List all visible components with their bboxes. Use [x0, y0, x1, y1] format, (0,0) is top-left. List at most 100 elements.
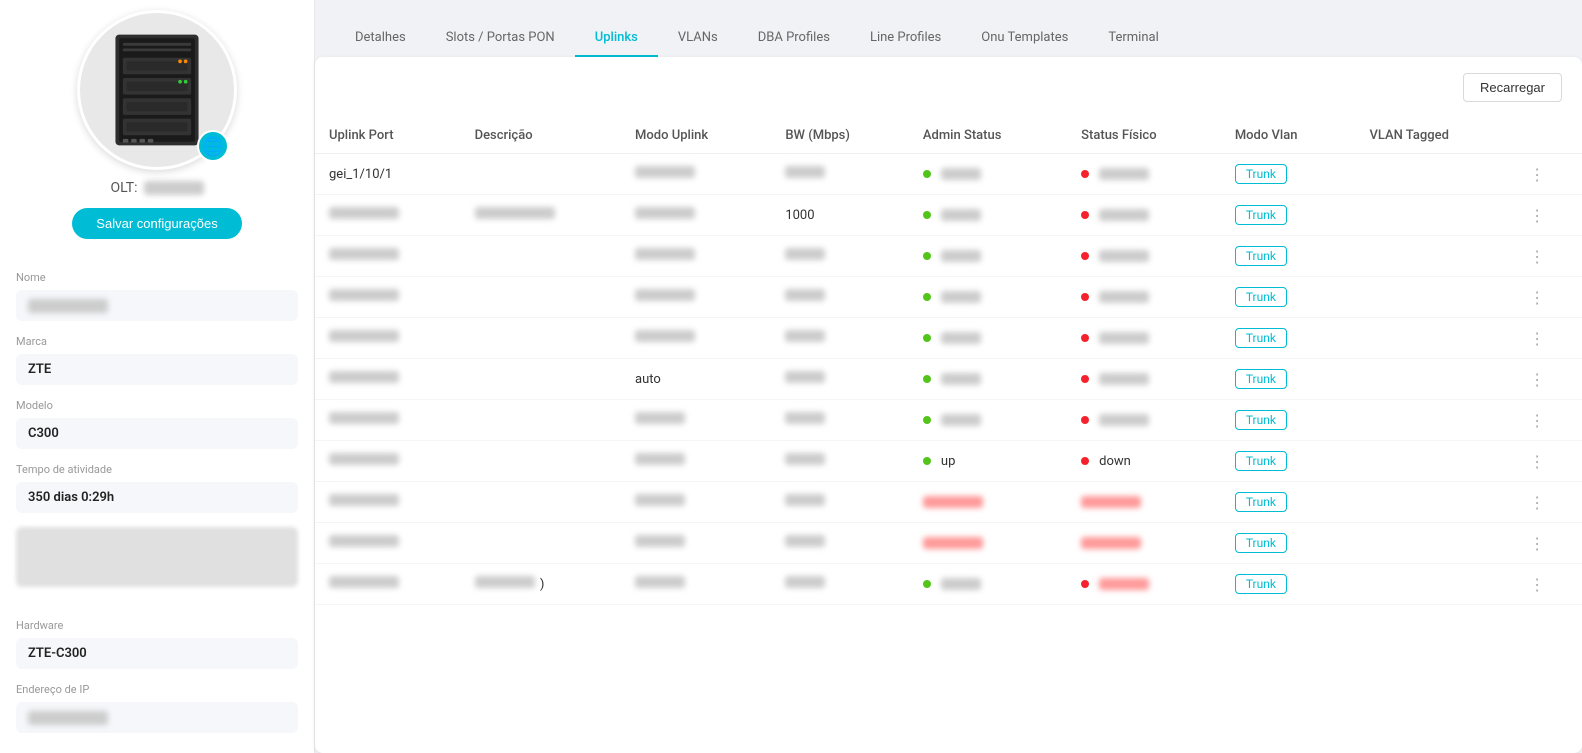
cell-port: [315, 400, 461, 441]
cell-menu[interactable]: ⋮: [1515, 441, 1582, 482]
cell-menu[interactable]: ⋮: [1515, 482, 1582, 523]
cell-descricao: [461, 523, 621, 564]
sidebar-info-2: Hardware ZTE-C300 Endereço de IP: [0, 605, 314, 733]
table-row: auto: [315, 359, 1582, 400]
tab-detalhes[interactable]: Detalhes: [335, 20, 426, 57]
cell-status: [1067, 195, 1221, 236]
cell-vlan-mode: Trunk: [1221, 195, 1356, 236]
content-header: Recarregar: [315, 57, 1582, 118]
cell-descricao: [461, 318, 621, 359]
col-vlan-tagged: VLAN Tagged: [1355, 118, 1515, 154]
marca-value: ZTE: [28, 362, 51, 377]
table-row: Trunk ⋮: [315, 482, 1582, 523]
cell-modo: [621, 564, 771, 605]
col-modo-uplink: Modo Uplink: [621, 118, 771, 154]
cell-menu[interactable]: ⋮: [1515, 400, 1582, 441]
cell-vlan-mode: Trunk: [1221, 523, 1356, 564]
cell-status: [1067, 482, 1221, 523]
row-menu-icon[interactable]: ⋮: [1529, 370, 1546, 389]
cell-menu[interactable]: ⋮: [1515, 318, 1582, 359]
status-fisico-text: down: [1099, 454, 1131, 469]
cell-vlan-tagged: [1355, 400, 1515, 441]
cell-vlan-tagged: [1355, 482, 1515, 523]
cell-admin: [909, 318, 1067, 359]
row-menu-icon[interactable]: ⋮: [1529, 452, 1546, 471]
nome-block: [16, 290, 298, 321]
save-button[interactable]: Salvar configurações: [72, 208, 241, 239]
olt-prefix: OLT:: [110, 180, 137, 196]
table-row: Trunk ⋮: [315, 318, 1582, 359]
cell-menu[interactable]: ⋮: [1515, 236, 1582, 277]
cell-vlan-tagged: [1355, 441, 1515, 482]
cell-admin: [909, 523, 1067, 564]
table-row: gei_1/10/1: [315, 154, 1582, 195]
cell-bw: [771, 523, 909, 564]
tab-vlans[interactable]: VLANs: [658, 20, 738, 57]
modelo-label: Modelo: [16, 399, 298, 412]
row-menu-icon[interactable]: ⋮: [1529, 247, 1546, 266]
row-menu-icon[interactable]: ⋮: [1529, 534, 1546, 553]
cell-menu[interactable]: ⋮: [1515, 523, 1582, 564]
cell-admin: [909, 236, 1067, 277]
table-row: Trunk ⋮: [315, 277, 1582, 318]
row-menu-icon[interactable]: ⋮: [1529, 206, 1546, 225]
row-menu-icon[interactable]: ⋮: [1529, 575, 1546, 594]
row-menu-icon[interactable]: ⋮: [1529, 165, 1546, 184]
cell-vlan-tagged: [1355, 564, 1515, 605]
tab-onu-templates[interactable]: Onu Templates: [961, 20, 1088, 57]
cell-port: [315, 236, 461, 277]
cell-menu[interactable]: ⋮: [1515, 154, 1582, 195]
cell-vlan-mode: Trunk: [1221, 400, 1356, 441]
globe-icon: 🌐: [197, 130, 229, 162]
table-body: gei_1/10/1: [315, 154, 1582, 605]
admin-status-text: up: [941, 454, 955, 469]
cell-bw: [771, 441, 909, 482]
cell-vlan-tagged: [1355, 236, 1515, 277]
reload-button[interactable]: Recarregar: [1463, 73, 1562, 102]
olt-label: OLT:: [110, 180, 203, 196]
table-row: 1000: [315, 195, 1582, 236]
cell-vlan-mode: Trunk: [1221, 154, 1356, 195]
cell-admin: [909, 564, 1067, 605]
marca-block: ZTE: [16, 354, 298, 385]
col-admin-status: Admin Status: [909, 118, 1067, 154]
cell-menu[interactable]: ⋮: [1515, 195, 1582, 236]
cell-vlan-mode: Trunk: [1221, 482, 1356, 523]
nome-label: Nome: [16, 271, 298, 284]
cell-modo: [621, 154, 771, 195]
row-menu-icon[interactable]: ⋮: [1529, 411, 1546, 430]
cell-bw: [771, 154, 909, 195]
cell-descricao: [461, 441, 621, 482]
cell-port: [315, 277, 461, 318]
tab-terminal[interactable]: Terminal: [1088, 20, 1178, 57]
tab-line-profiles[interactable]: Line Profiles: [850, 20, 961, 57]
olt-id: [144, 181, 204, 195]
row-menu-icon[interactable]: ⋮: [1529, 493, 1546, 512]
hardware-label: Hardware: [16, 619, 298, 632]
hardware-block: ZTE-C300: [16, 638, 298, 669]
row-menu-icon[interactable]: ⋮: [1529, 329, 1546, 348]
cell-admin: [909, 154, 1067, 195]
row-menu-icon[interactable]: ⋮: [1529, 288, 1546, 307]
cell-port: [315, 564, 461, 605]
cell-menu[interactable]: ⋮: [1515, 359, 1582, 400]
cell-menu[interactable]: ⋮: [1515, 277, 1582, 318]
cell-vlan-mode: Trunk: [1221, 236, 1356, 277]
tab-slots-portas-pon[interactable]: Slots / Portas PON: [426, 20, 575, 57]
cell-menu[interactable]: ⋮: [1515, 564, 1582, 605]
cell-status: [1067, 318, 1221, 359]
cell-vlan-mode: Trunk: [1221, 359, 1356, 400]
table-row: Trunk ⋮: [315, 400, 1582, 441]
device-image-container: 🌐: [77, 10, 237, 170]
modelo-block: C300: [16, 418, 298, 449]
tempo-label: Tempo de atividade: [16, 463, 298, 476]
tab-uplinks[interactable]: Uplinks: [575, 20, 658, 57]
tab-dba-profiles[interactable]: DBA Profiles: [738, 20, 850, 57]
cell-port: [315, 441, 461, 482]
cell-status: [1067, 277, 1221, 318]
cell-status: [1067, 154, 1221, 195]
uplinks-table-wrap: Uplink Port Descrição Modo Uplink BW (Mb…: [315, 118, 1582, 605]
cell-vlan-tagged: [1355, 523, 1515, 564]
cell-vlan-tagged: [1355, 359, 1515, 400]
cell-modo: [621, 523, 771, 564]
